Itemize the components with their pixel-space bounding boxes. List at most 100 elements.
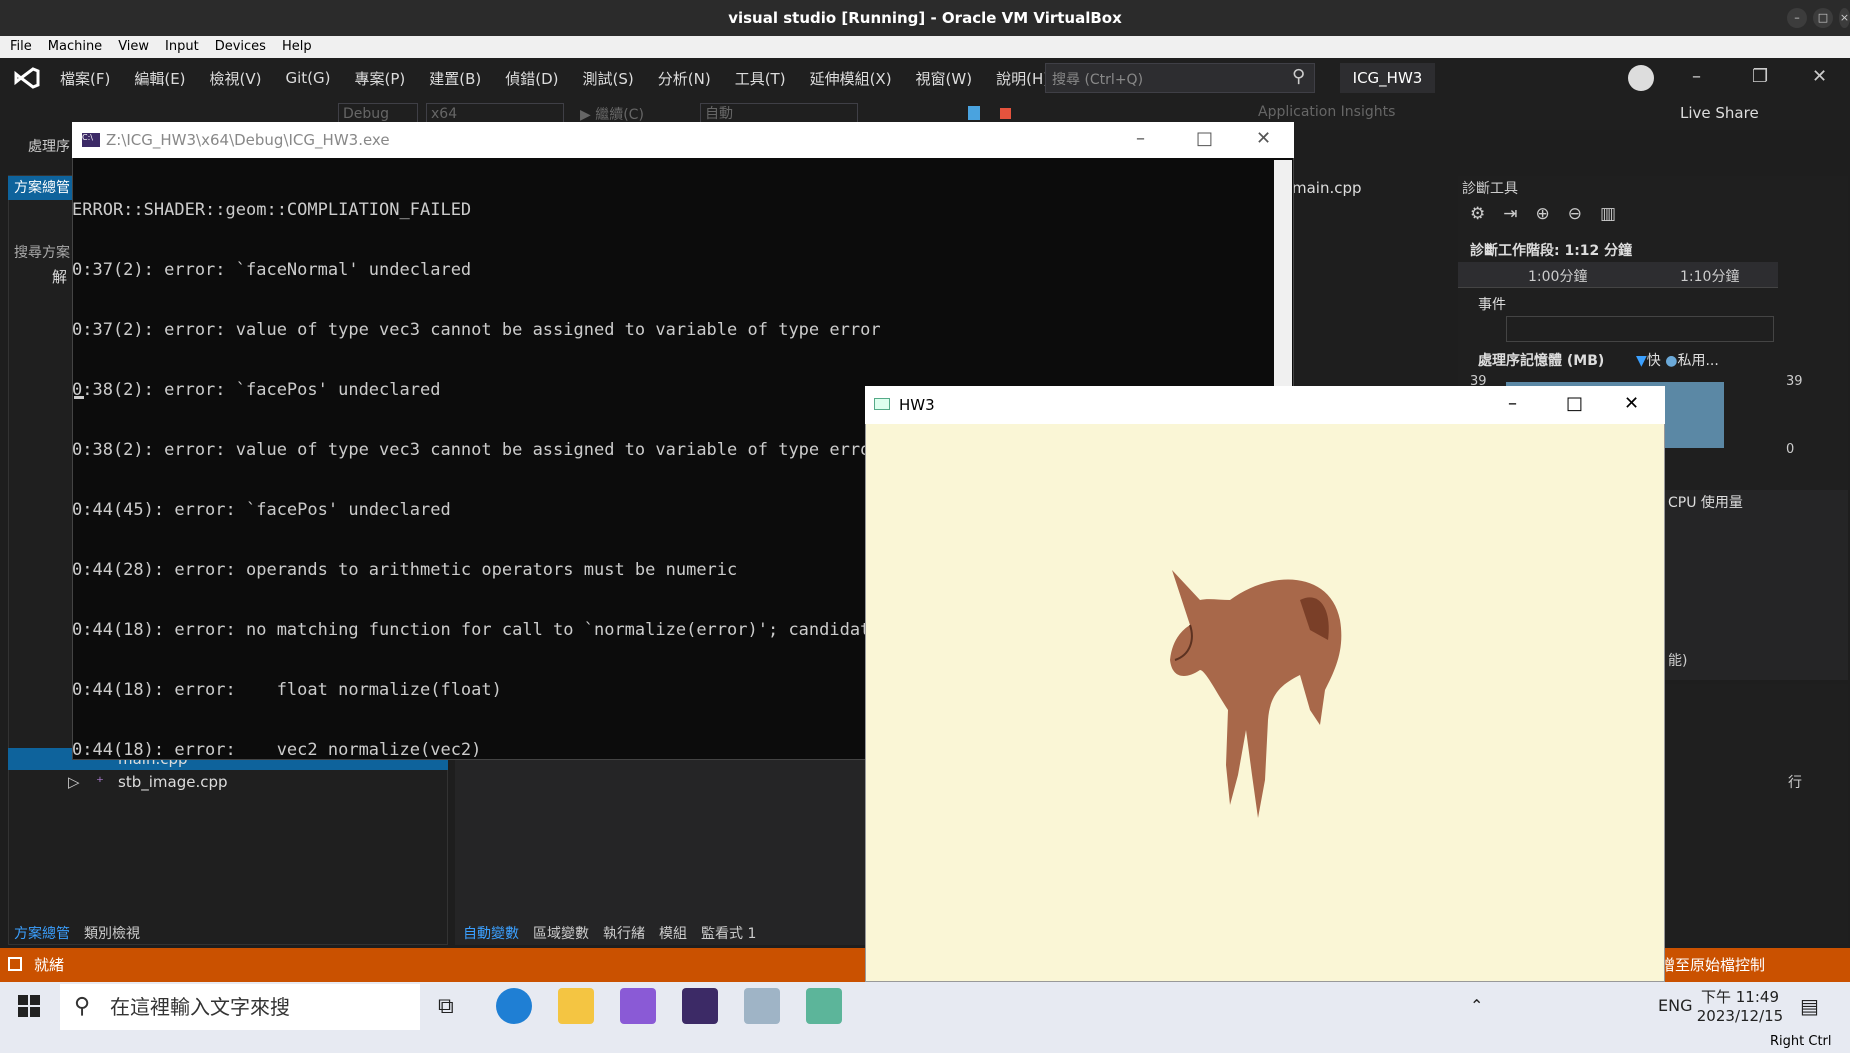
tab-solution-explorer[interactable]: 方案總管 <box>14 922 70 946</box>
host-menu-bar: File Machine View Input Devices Help <box>0 36 1850 58</box>
events-header[interactable]: 事件 <box>1478 294 1506 314</box>
host-menu-devices[interactable]: Devices <box>215 36 266 58</box>
memory-legend: ▼快 ●私用... <box>1636 353 1719 369</box>
language-indicator[interactable]: ENG <box>1658 996 1692 1015</box>
notification-icon[interactable]: ▤ <box>1800 994 1819 1018</box>
hw3-title: HW3 <box>899 396 935 414</box>
console-app-icon: C:\ <box>82 133 100 147</box>
solution-explorer-tab[interactable]: 方案總管 <box>8 176 74 200</box>
host-restore-button[interactable]: □ <box>1813 8 1833 28</box>
host-menu-view[interactable]: View <box>118 36 149 58</box>
vs-menu-help[interactable]: 說明(H) <box>996 68 1049 89</box>
taskbar-search-input[interactable]: 在這裡輸入文字來搜 <box>60 984 420 1030</box>
host-close-button[interactable]: × <box>1839 8 1850 28</box>
process-label: 處理序 <box>28 139 70 155</box>
vs-menu-build[interactable]: 建置(B) <box>429 68 481 89</box>
hw3-maximize-button[interactable]: □ <box>1566 393 1583 414</box>
host-key-label: Right Ctrl <box>1770 1034 1832 1049</box>
left-bottom-tabs: 方案總管 類別檢視 <box>8 922 448 946</box>
vs-menu-test[interactable]: 測試(S) <box>583 68 634 89</box>
hw3-app-icon <box>874 398 890 410</box>
cpu-header[interactable]: CPU 使用量 <box>1668 492 1743 512</box>
visual-studio-taskbar-icon[interactable] <box>620 988 656 1024</box>
hw3-close-button[interactable]: ✕ <box>1624 393 1639 414</box>
tab-modules[interactable]: 模組 <box>659 922 687 946</box>
clock[interactable]: 下午 11:49 2023/12/15 <box>1696 986 1784 1025</box>
console-line: 0:37(2): error: `faceNormal' undeclared <box>72 260 472 280</box>
console-close-button[interactable]: ✕ <box>1256 128 1271 149</box>
tab-watch-1[interactable]: 監看式 1 <box>701 922 756 946</box>
cpu-note: 能) <box>1668 653 1688 669</box>
search-icon: ⚲ <box>74 994 91 1019</box>
vs-close-button[interactable]: ✕ <box>1812 66 1827 87</box>
diagnostics-session: 診斷工作階段: 1:12 分鐘 <box>1470 243 1633 259</box>
console-minimize-button[interactable]: – <box>1136 128 1145 149</box>
memory-header[interactable]: 處理序記憶體 (MB) <box>1478 350 1604 370</box>
windows-start-icon[interactable] <box>18 995 40 1017</box>
status-ready: 就緒 <box>34 956 65 974</box>
editor-tab-main-cpp[interactable]: main.cpp <box>1292 176 1420 200</box>
host-menu-input[interactable]: Input <box>165 36 199 58</box>
host-menu-file[interactable]: File <box>10 36 32 58</box>
search-icon: ⚲ <box>1292 66 1306 87</box>
vs-menu-extensions[interactable]: 延伸模組(X) <box>810 68 892 89</box>
memory-max-value: 39 <box>1786 374 1803 389</box>
vs-menu-tools[interactable]: 工具(T) <box>735 68 786 89</box>
vs-menu-view[interactable]: 檢視(V) <box>210 68 262 89</box>
avatar[interactable] <box>1628 65 1654 91</box>
console-line: 0:37(2): error: value of type vec3 canno… <box>72 320 881 340</box>
clock-date: 2023/12/15 <box>1696 1007 1784 1025</box>
console-taskbar-icon[interactable] <box>682 988 718 1024</box>
pause-icon[interactable] <box>968 106 980 120</box>
tray-chevron-icon[interactable]: ⌃ <box>1470 996 1483 1015</box>
solution-root[interactable]: 解 <box>52 266 67 287</box>
visual-studio-logo-icon <box>14 67 40 89</box>
vs-restore-button[interactable]: ❐ <box>1752 66 1768 87</box>
vs-menu-debug[interactable]: 偵錯(D) <box>505 68 558 89</box>
vs-menu-analyze[interactable]: 分析(N) <box>658 68 711 89</box>
hw3-minimize-button[interactable]: – <box>1508 393 1517 414</box>
tab-locals[interactable]: 區域變數 <box>533 922 589 946</box>
host-minimize-button[interactable]: – <box>1787 8 1807 28</box>
deer-model-image <box>1170 570 1342 818</box>
tab-class-view[interactable]: 類別檢視 <box>84 922 140 946</box>
timeline-tick-1: 1:00分鐘 <box>1528 269 1588 285</box>
tab-autos[interactable]: 自動變數 <box>463 922 519 946</box>
console-cursor <box>74 396 84 399</box>
autos-tabs: 自動變數 區域變數 執行緒 模組 監看式 1 <box>455 922 865 946</box>
file-explorer-icon[interactable] <box>558 988 594 1024</box>
task-view-icon[interactable]: ⧉ <box>438 994 454 1019</box>
diagnostics-toolbar-icons[interactable]: ⚙⇥⊕⊖▥ <box>1470 204 1634 224</box>
events-track <box>1506 316 1774 342</box>
live-share-button[interactable]: Live Share <box>1680 104 1759 122</box>
host-menu-machine[interactable]: Machine <box>48 36 102 58</box>
vs-menu-project[interactable]: 專案(P) <box>355 68 406 89</box>
vs-menu-bar: 檔案(F) 編輯(E) 檢視(V) Git(G) 專案(P) 建置(B) 偵錯(… <box>0 58 1850 98</box>
vs-minimize-button[interactable]: – <box>1692 66 1701 87</box>
hw3-title-bar[interactable]: HW3 <box>865 386 1665 424</box>
app-taskbar-icon[interactable] <box>744 988 780 1024</box>
continue-button[interactable]: ▶ 繼續(C) <box>580 104 644 124</box>
tab-threads[interactable]: 執行緒 <box>603 922 645 946</box>
console-title-bar[interactable]: Z:\ICG_HW3\x64\Debug\ICG_HW3.exe <box>72 122 1294 158</box>
vs-search-input[interactable]: 搜尋 (Ctrl+Q) <box>1045 63 1315 93</box>
memory-min-value: 0 <box>1786 442 1795 457</box>
clock-time: 下午 11:49 <box>1701 988 1779 1006</box>
host-menu-help[interactable]: Help <box>282 36 312 58</box>
vs-menu-git[interactable]: Git(G) <box>286 69 331 87</box>
stop-icon[interactable] <box>1000 108 1011 119</box>
application-insights-button[interactable]: Application Insights <box>1258 104 1395 120</box>
edge-icon[interactable] <box>496 988 532 1024</box>
continue-label: 繼續(C) <box>595 107 644 123</box>
console-title: Z:\ICG_HW3\x64\Debug\ICG_HW3.exe <box>106 131 390 149</box>
vs-menu-edit[interactable]: 編輯(E) <box>134 68 185 89</box>
project-name-badge: ICG_HW3 <box>1340 63 1435 93</box>
vs-menu-window[interactable]: 視窗(W) <box>916 68 973 89</box>
source-control-button[interactable]: 增至原始檔控制 <box>1660 948 1765 982</box>
row-column-label: 行 <box>1788 775 1802 791</box>
hw3-taskbar-icon[interactable] <box>806 988 842 1024</box>
host-title-bar: visual studio [Running] - Oracle VM Virt… <box>0 0 1850 36</box>
vs-menu-file[interactable]: 檔案(F) <box>60 68 110 89</box>
solution-search-input[interactable]: 搜尋方案 <box>14 242 70 262</box>
console-maximize-button[interactable]: □ <box>1196 128 1213 149</box>
